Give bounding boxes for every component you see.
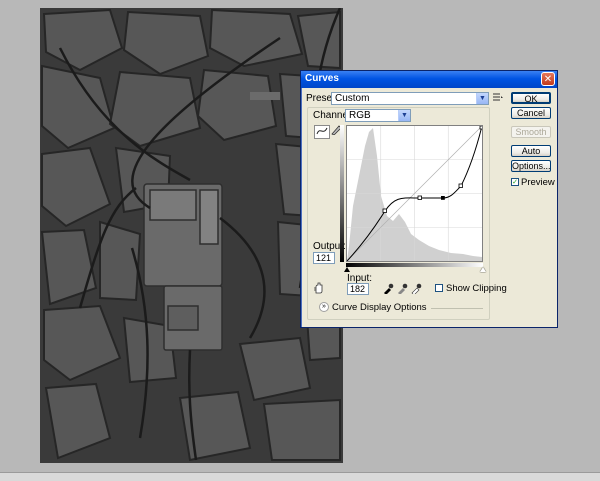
curves-dialog: Curves ✕ Preset: Custom ▼ Channel: RGB ▼… bbox=[300, 70, 558, 328]
input-field[interactable]: 182 bbox=[347, 283, 369, 295]
cancel-button[interactable]: Cancel bbox=[511, 107, 551, 119]
cancel-label: Cancel bbox=[516, 108, 545, 118]
preview-label: Preview bbox=[521, 177, 555, 188]
auto-button[interactable]: Auto bbox=[511, 145, 551, 157]
preset-menu-icon[interactable] bbox=[491, 92, 505, 104]
stone-wall-photo bbox=[40, 8, 343, 463]
output-field[interactable]: 121 bbox=[313, 252, 335, 264]
curve-point[interactable] bbox=[479, 125, 484, 130]
channel-value: RGB bbox=[349, 110, 371, 121]
channel-select[interactable]: RGB ▼ bbox=[345, 109, 411, 122]
black-point-slider[interactable] bbox=[344, 267, 350, 272]
preview-checkbox[interactable]: ✓ bbox=[511, 178, 519, 186]
close-button[interactable]: ✕ bbox=[541, 72, 555, 86]
show-clipping-checkbox[interactable] bbox=[435, 284, 443, 292]
divider bbox=[431, 308, 483, 309]
eyedropper-black-icon[interactable] bbox=[381, 282, 395, 295]
selected-curve-point[interactable] bbox=[441, 196, 445, 200]
preset-select[interactable]: Custom ▼ bbox=[331, 92, 489, 105]
eyedropper-white-icon[interactable] bbox=[409, 282, 423, 296]
ok-button[interactable]: OK bbox=[511, 92, 551, 104]
auto-label: Auto bbox=[521, 146, 541, 156]
dialog-title: Curves bbox=[305, 73, 339, 84]
output-value: 121 bbox=[316, 253, 332, 263]
document-image[interactable] bbox=[40, 8, 343, 463]
smooth-label: Smooth bbox=[515, 127, 547, 137]
show-clipping-label: Show Clipping bbox=[446, 283, 507, 294]
white-point-slider[interactable] bbox=[480, 267, 486, 272]
chevron-down-icon: ▼ bbox=[476, 93, 488, 104]
preset-value: Custom bbox=[335, 93, 370, 104]
options-button[interactable]: Options... bbox=[511, 160, 551, 172]
output-gradient-bar bbox=[340, 125, 344, 262]
expand-chevron-icon[interactable]: » bbox=[319, 302, 329, 312]
chevron-down-icon: ▼ bbox=[398, 110, 410, 121]
input-gradient-bar bbox=[346, 263, 483, 267]
dialog-title-bar[interactable]: Curves ✕ bbox=[301, 71, 557, 88]
curve-point[interactable] bbox=[458, 183, 463, 188]
smooth-button[interactable]: Smooth bbox=[511, 126, 551, 138]
curves-plot bbox=[346, 125, 484, 262]
options-label: Options... bbox=[512, 161, 551, 171]
curves-graph[interactable] bbox=[346, 125, 484, 262]
on-image-adjust-icon[interactable] bbox=[312, 282, 326, 294]
close-icon: ✕ bbox=[543, 74, 553, 85]
curve-point[interactable] bbox=[417, 195, 422, 200]
input-value: 182 bbox=[350, 284, 366, 294]
eyedropper-gray-icon[interactable] bbox=[395, 282, 409, 295]
curve-point[interactable] bbox=[382, 208, 387, 213]
ok-label: OK bbox=[524, 94, 538, 104]
curve-point-icon[interactable] bbox=[314, 125, 330, 139]
curve-display-options-label[interactable]: Curve Display Options bbox=[332, 302, 427, 313]
